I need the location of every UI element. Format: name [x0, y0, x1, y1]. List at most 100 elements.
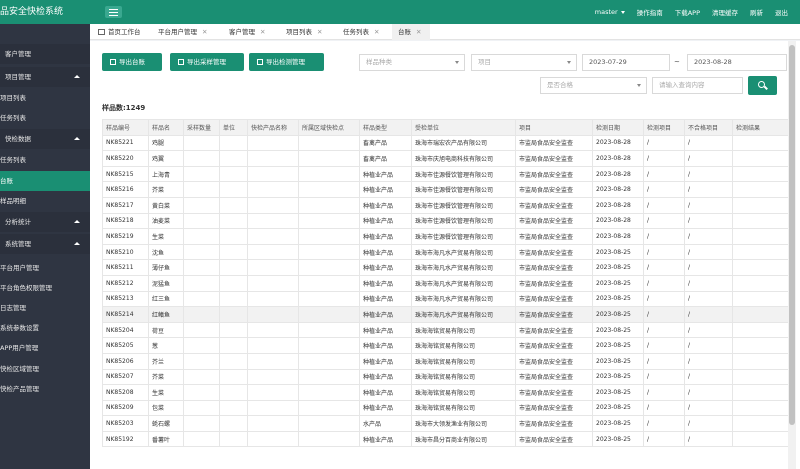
table-cell: 种植业产品	[359, 321, 412, 339]
sidebar-item-14[interactable]: APP用户管理	[0, 338, 90, 358]
table-row[interactable]: NK85211 薄仔鱼 种植业产品 珠海市海凡水产贸易有限公司 市监局食品安全监查 202…	[102, 259, 788, 276]
close-icon[interactable]: ✕	[260, 28, 265, 36]
sidebar-item-4[interactable]: 快检数据	[0, 129, 90, 149]
table-cell: 市监局食品安全监查	[515, 228, 593, 245]
table-cell: 珠海市海凡水产贸易有限公司	[411, 290, 516, 308]
sidebar-item-11[interactable]: 平台角色权限管理	[0, 278, 90, 298]
sidebar-item-label: 分析统计	[5, 218, 31, 226]
table-cell: /	[684, 165, 733, 183]
table-row[interactable]: NK85221 鸡腿 畜禽产品 珠海市瑞宏农产品有限公司 市监局食品安全监查 2023-0…	[102, 134, 788, 152]
export-sampling-button[interactable]: 导出采样管理	[170, 53, 244, 71]
table-row[interactable]: NK85213 红三鱼 种植业产品 珠海市海凡水产贸易有限公司 市监局食品安全监查 202…	[102, 290, 788, 308]
column-header[interactable]: 受检单位	[411, 119, 516, 136]
qualified-select[interactable]: 是否合格	[540, 77, 647, 94]
column-header[interactable]: 检测项目	[643, 119, 685, 136]
link-guide[interactable]: 操作指南	[637, 7, 663, 17]
sidebar-item-15[interactable]: 快检区域管理	[0, 359, 90, 379]
table-row[interactable]: NK85219 生菜 种植业产品 珠海市佳源餐饮管理有限公司 市监局食品安全监查 2023…	[102, 228, 788, 245]
table-cell	[219, 384, 248, 401]
table-cell	[247, 290, 299, 308]
column-header[interactable]: 快检产品名称	[247, 119, 299, 136]
sidebar-item-13[interactable]: 系统参数设置	[0, 318, 90, 338]
column-header[interactable]: 单位	[219, 119, 248, 136]
table-row[interactable]: NK85212 泥猛鱼 种植业产品 珠海市海凡水产贸易有限公司 市监局食品安全监查 202…	[102, 274, 788, 292]
tab-tasks[interactable]: 任务列表 ✕	[343, 24, 395, 40]
user-menu[interactable]: master	[595, 8, 625, 16]
table-cell: /	[643, 415, 685, 432]
sidebar-item-0[interactable]: 客户管理	[0, 44, 90, 64]
link-logout[interactable]: 退出	[775, 7, 788, 17]
table-cell: 市监局食品安全监查	[515, 212, 593, 230]
sidebar-item-6[interactable]: 台账	[0, 171, 90, 191]
table-row[interactable]: NK85215 上海青 种植业产品 珠海市佳源餐饮管理有限公司 市监局食品安全监查 202…	[102, 165, 788, 183]
table-cell: 水产品	[359, 415, 412, 432]
link-download-app[interactable]: 下载APP	[675, 7, 700, 17]
table-row[interactable]: NK85207 芥菜 种植业产品 珠海海铭贸易有限公司 市监局食品安全监查 2023-08…	[102, 368, 788, 386]
sidebar-item-10[interactable]: 平台用户管理	[0, 258, 90, 278]
project-select[interactable]: 项目	[471, 54, 577, 71]
column-header[interactable]: 样品编号	[102, 119, 149, 136]
table-row[interactable]: NK85214 红鳍鱼 种植业产品 珠海市海凡水产贸易有限公司 市监局食品安全监查 202…	[102, 306, 788, 323]
table-row[interactable]: NK85192 番薯叶 种植业产品 珠海市昌分百商业有限公司 市监局食品安全监查 2023…	[102, 430, 788, 448]
column-header[interactable]: 检测结果	[732, 119, 788, 136]
sidebar-item-8[interactable]: 分析统计	[0, 212, 90, 232]
column-header[interactable]: 所属区域快检点	[298, 119, 360, 136]
export-ledger-button[interactable]: 导出台账	[102, 53, 162, 71]
scrollbar-thumb[interactable]	[789, 45, 795, 425]
table-row[interactable]: NK85220 鸡翼 畜禽产品 珠海市庆旭电商科技有限公司 市监局食品安全监查 2023-…	[102, 150, 788, 167]
table-row[interactable]: NK85205 葱 种植业产品 珠海海铭贸易有限公司 市监局食品安全监查 2023-08-…	[102, 337, 788, 354]
keyword-search-input[interactable]: 请输入查询内容	[652, 77, 743, 94]
table-cell: /	[643, 368, 685, 386]
column-header[interactable]: 不合格项目	[684, 119, 733, 136]
close-icon[interactable]: ✕	[416, 28, 421, 36]
tab-ledger[interactable]: 台账 ✕	[392, 24, 430, 40]
sidebar-item-2[interactable]: 项目列表	[0, 88, 90, 108]
close-icon[interactable]: ✕	[202, 28, 207, 36]
vertical-scrollbar[interactable]	[788, 41, 796, 469]
sidebar-item-16[interactable]: 快检产品管理	[0, 379, 90, 399]
tab-projects[interactable]: 项目列表 ✕	[286, 24, 338, 40]
table-cell	[732, 259, 788, 276]
table-cell: 种植业产品	[359, 384, 412, 401]
table-row[interactable]: NK85210 沈鱼 种植业产品 珠海市海凡水产贸易有限公司 市监局食品安全监查 2023…	[102, 243, 788, 261]
table-cell: 市监局食品安全监查	[515, 274, 593, 292]
table-row[interactable]: NK85218 油麦菜 种植业产品 珠海市佳源餐饮管理有限公司 市监局食品安全监查 202…	[102, 212, 788, 230]
column-header[interactable]: 样品类型	[359, 119, 412, 136]
date-end-input[interactable]: 2023-08-28	[687, 54, 787, 71]
close-icon[interactable]: ✕	[317, 28, 322, 36]
tab-home[interactable]: 首页工作台	[96, 24, 154, 40]
table-cell: NK85215	[102, 165, 149, 183]
sidebar-item-1[interactable]: 项目管理	[0, 67, 90, 87]
menu-toggle-button[interactable]	[105, 6, 122, 18]
table-row[interactable]: NK85203 蚝石螺 水产品 珠海市大领发渔业有限公司 市监局食品安全监查 2023-0…	[102, 415, 788, 432]
sidebar-item-12[interactable]: 日志管理	[0, 298, 90, 318]
sidebar-item-3[interactable]: 任务列表	[0, 108, 90, 128]
sample-type-select[interactable]: 样品种类	[359, 54, 465, 71]
column-header[interactable]: 样品名	[148, 119, 184, 136]
sidebar-item-label: 客户管理	[5, 50, 31, 58]
table-row[interactable]: NK85217 黄白菜 种植业产品 珠海市佳源餐饮管理有限公司 市监局食品安全监查 202…	[102, 196, 788, 214]
date-start-input[interactable]: 2023-07-29	[582, 54, 670, 71]
export-testing-button[interactable]: 导出检测管理	[249, 53, 324, 71]
tab-platform-users[interactable]: 平台用户管理 ✕	[158, 24, 224, 40]
column-header[interactable]: 采样数量	[183, 119, 220, 136]
sidebar-item-7[interactable]: 样品明细	[0, 191, 90, 211]
table-row[interactable]: NK85216 芥菜 种植业产品 珠海市佳源餐饮管理有限公司 市监局食品安全监查 2023…	[102, 181, 788, 198]
column-header[interactable]: 检测日期	[592, 119, 644, 136]
table-row[interactable]: NK85206 芥兰 种植业产品 珠海海铭贸易有限公司 市监局食品安全监查 2023-08…	[102, 352, 788, 370]
sidebar-item-9[interactable]: 系统管理	[0, 234, 90, 254]
table-row[interactable]: NK85204 荷豆 种植业产品 珠海海铭贸易有限公司 市监局食品安全监查 2023-08…	[102, 321, 788, 339]
table-row[interactable]: NK85209 包菜 种植业产品 珠海海铭贸易有限公司 市监局食品安全监查 2023-08…	[102, 399, 788, 417]
column-header[interactable]: 项目	[515, 119, 593, 136]
link-clear-cache[interactable]: 清理缓存	[712, 7, 738, 17]
link-refresh[interactable]: 刷新	[750, 7, 763, 17]
tab-customers[interactable]: 客户管理 ✕	[229, 24, 281, 40]
table-row[interactable]: NK85208 生菜 种植业产品 珠海海铭贸易有限公司 市监局食品安全监查 2023-08…	[102, 384, 788, 401]
sidebar-item-label: 系统管理	[5, 240, 31, 248]
table-cell: 市监局食品安全监查	[515, 384, 593, 401]
search-button[interactable]	[748, 76, 777, 95]
ledger-table: 样品编号 样品名 采样数量 单位 快检产品名称 所属区域快检点 样品类型 受检单位 项目 检测日期…	[102, 119, 788, 469]
close-icon[interactable]: ✕	[374, 28, 379, 36]
table-cell: 市监局食品安全监查	[515, 399, 593, 417]
sidebar-item-5[interactable]: 任务列表	[0, 150, 90, 170]
